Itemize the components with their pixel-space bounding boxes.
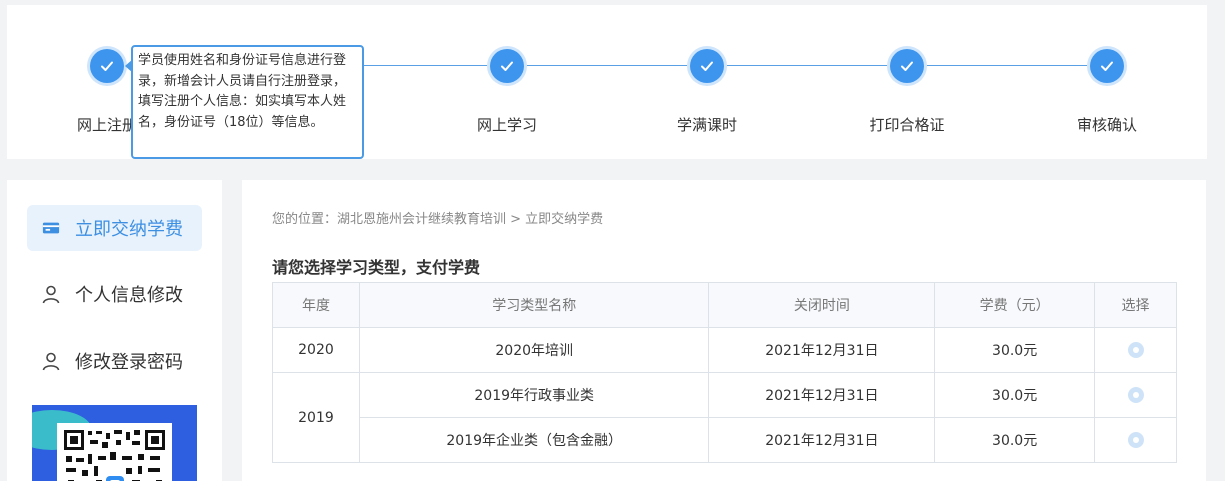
step-complete-icon xyxy=(487,46,527,86)
step-label: 打印合格证 xyxy=(869,116,945,134)
sidebar-item-edit-profile[interactable]: 个人信息修改 xyxy=(27,271,202,317)
table-header-row: 年度 学习类型名称 关闭时间 学费（元） 选择 xyxy=(272,282,1177,328)
column-header-select: 选择 xyxy=(1094,282,1177,328)
cell-close-time: 2021年12月31日 xyxy=(708,372,936,418)
step-connector xyxy=(727,65,887,66)
cell-fee: 30.0元 xyxy=(934,372,1096,418)
cell-year: 2020 xyxy=(272,327,360,373)
qr-code xyxy=(57,423,172,481)
sidebar-item-label: 立即交纳学费 xyxy=(75,219,183,240)
step-label: 审核确认 xyxy=(1076,116,1137,134)
cell-select xyxy=(1094,372,1177,418)
page-title: 请您选择学习类型，支付学费 xyxy=(272,258,481,277)
cell-name: 2019年企业类（包含金融） xyxy=(358,417,710,463)
user-icon xyxy=(41,284,61,304)
step-connector xyxy=(927,65,1087,66)
breadcrumb-path[interactable]: 湖北恩施州会计继续教育培训 > 立即交纳学费 xyxy=(337,212,603,227)
user-icon xyxy=(41,351,61,371)
tooltip-arrow xyxy=(125,59,133,73)
sidebar-item-pay-fee[interactable]: 立即交纳学费 xyxy=(27,205,202,251)
table-row: 2019年企业类（包含金融） 2021年12月31日 30.0元 xyxy=(273,417,1177,463)
column-header-year: 年度 xyxy=(272,282,360,328)
sidebar-item-change-password[interactable]: 修改登录密码 xyxy=(27,338,202,384)
sidebar: 立即交纳学费 个人信息修改 修改登录密码 xyxy=(7,180,222,481)
cell-fee: 30.0元 xyxy=(934,327,1096,373)
column-header-fee: 学费（元） xyxy=(934,282,1096,328)
step-label: 学满课时 xyxy=(676,116,737,134)
step-complete-icon xyxy=(687,46,727,86)
cell-fee: 30.0元 xyxy=(934,417,1096,463)
breadcrumb-prefix: 您的位置： xyxy=(272,212,338,227)
main-content: 您的位置：湖北恩施州会计继续教育培训 > 立即交纳学费 请您选择学习类型，支付学… xyxy=(242,180,1206,481)
breadcrumb: 您的位置：湖北恩施州会计继续教育培训 > 立即交纳学费 xyxy=(272,208,603,227)
cell-select xyxy=(1094,417,1177,463)
cell-name: 2020年培训 xyxy=(358,327,710,373)
card-icon xyxy=(41,218,61,238)
step-complete-icon xyxy=(887,46,927,86)
select-radio[interactable] xyxy=(1127,387,1144,403)
fee-table: 年度 学习类型名称 关闭时间 学费（元） 选择 2020 2020年培训 202… xyxy=(272,282,1177,463)
cell-year: 2019 xyxy=(272,372,360,463)
cell-name: 2019年行政事业类 xyxy=(358,372,710,418)
step-connector xyxy=(527,65,687,66)
sidebar-item-label: 个人信息修改 xyxy=(75,285,183,306)
sidebar-item-label: 修改登录密码 xyxy=(75,352,183,373)
step-label: 网上学习 xyxy=(476,116,537,134)
register-tooltip: 学员使用姓名和身份证号信息进行登录，新增会计人员请自行注册登录，填写注册个人信息… xyxy=(125,45,364,159)
qr-code-banner xyxy=(32,405,197,481)
cell-select xyxy=(1094,327,1177,373)
column-header-name: 学习类型名称 xyxy=(358,282,710,328)
step-complete-icon xyxy=(87,46,127,86)
progress-steps-panel: 网上注册 网上学习 学满课时 打印合格证 审核确认 学员使用姓名和身份证号信息进… xyxy=(7,5,1207,159)
tooltip-text: 学员使用姓名和身份证号信息进行登录，新增会计人员请自行注册登录，填写注册个人信息… xyxy=(138,53,347,130)
table-row: 2020 2020年培训 2021年12月31日 30.0元 xyxy=(272,327,1177,373)
step-complete-icon xyxy=(1087,46,1127,86)
select-radio[interactable] xyxy=(1127,342,1144,358)
select-radio[interactable] xyxy=(1127,432,1144,448)
cell-close-time: 2021年12月31日 xyxy=(708,417,936,463)
column-header-close-time: 关闭时间 xyxy=(708,282,936,328)
cell-close-time: 2021年12月31日 xyxy=(708,327,936,373)
table-row: 2019 2019年行政事业类 2021年12月31日 30.0元 xyxy=(272,372,1177,463)
